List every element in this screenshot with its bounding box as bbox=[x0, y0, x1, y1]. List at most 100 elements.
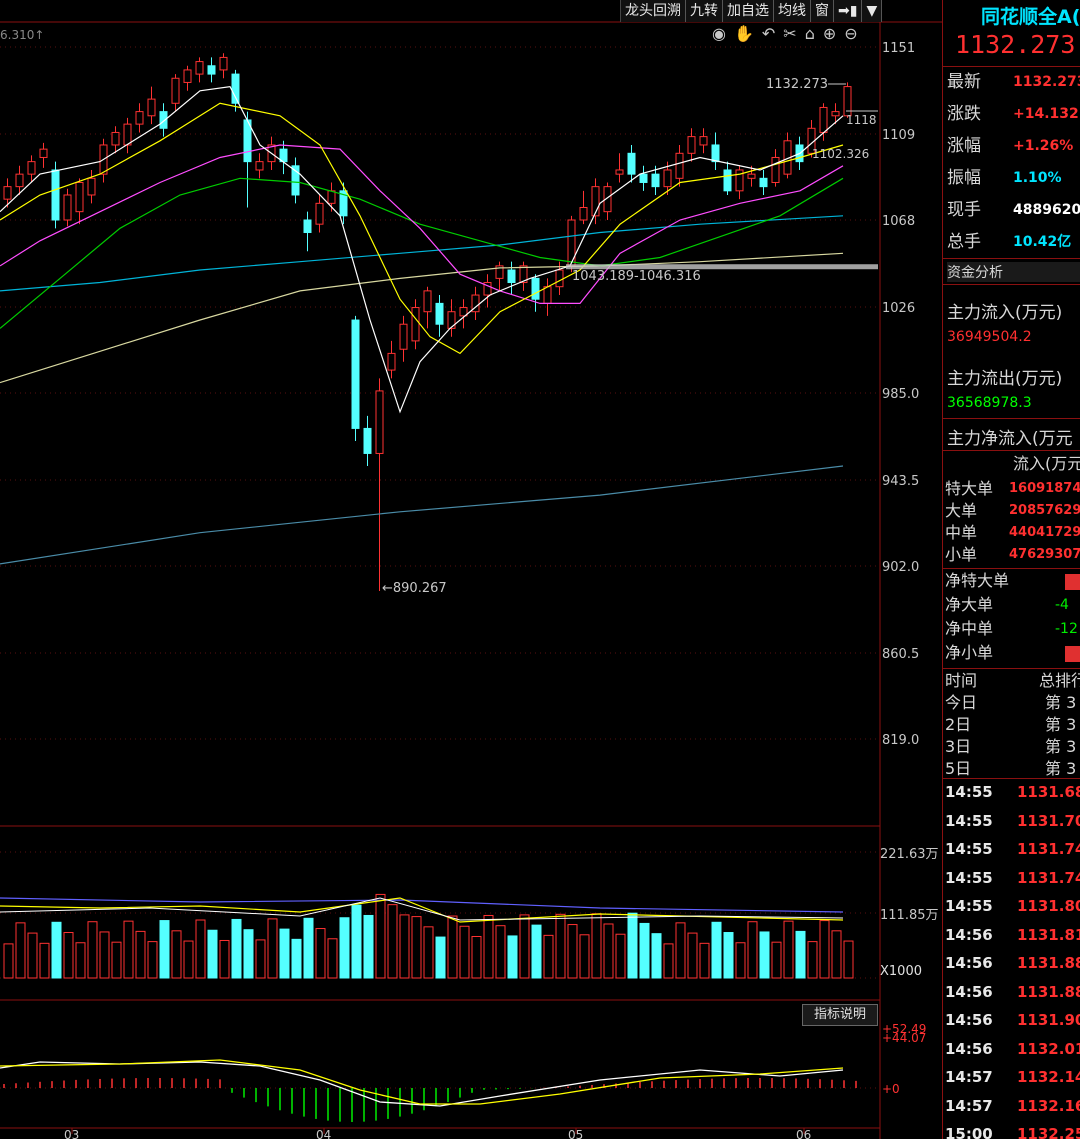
volume-bar bbox=[519, 914, 530, 979]
stat-row: 总手 10.42亿 bbox=[947, 228, 1080, 256]
volume-bar bbox=[663, 943, 674, 979]
divider bbox=[943, 418, 1080, 419]
candle bbox=[75, 178, 84, 225]
zoom-in-icon[interactable]: ⊕ bbox=[823, 24, 836, 43]
order-value: 20857629 bbox=[1009, 503, 1080, 518]
candle bbox=[459, 299, 468, 329]
tick-time: 14:55 bbox=[945, 868, 993, 887]
volume-bar bbox=[495, 925, 506, 979]
zoom-out-icon[interactable]: ⊖ bbox=[844, 24, 857, 43]
toolbar-dropdown-button[interactable]: ▼ bbox=[862, 0, 883, 22]
candle bbox=[147, 86, 156, 125]
stat-row: 最新 1132.273 bbox=[947, 68, 1080, 96]
volume-bar bbox=[411, 916, 422, 979]
volume-bar bbox=[375, 893, 386, 979]
candle bbox=[423, 286, 432, 329]
divider bbox=[943, 668, 1080, 669]
candle bbox=[627, 144, 636, 183]
tick-price: 1131.740 bbox=[1017, 868, 1080, 887]
stat-value: +14.132 bbox=[1013, 106, 1079, 122]
order-label: 小单 bbox=[945, 545, 978, 564]
stat-value: 10.42亿 bbox=[1013, 234, 1072, 250]
candle bbox=[579, 190, 588, 225]
tick-row: 14:57 1132.140 bbox=[945, 1063, 1080, 1091]
stat-row: 涨幅 +1.26% bbox=[947, 132, 1080, 160]
volume-bar bbox=[675, 922, 686, 979]
volume-bar bbox=[219, 939, 230, 979]
eye-icon[interactable]: ◉ bbox=[712, 24, 726, 43]
tick-time: 14:55 bbox=[945, 811, 993, 830]
volume-bar bbox=[27, 932, 38, 979]
ma-annotation: 1118 bbox=[846, 113, 877, 127]
price-axis-label: 1026 bbox=[882, 301, 915, 316]
toolbar-nine-turn-button[interactable]: 九转 bbox=[686, 0, 723, 22]
tick-price: 1132.010 bbox=[1017, 1039, 1080, 1058]
tick-time: 14:56 bbox=[945, 925, 993, 944]
ma60-line bbox=[0, 215, 844, 292]
divider bbox=[943, 284, 1080, 285]
hand-icon[interactable]: ✋ bbox=[734, 24, 754, 43]
volume-bar bbox=[135, 930, 146, 979]
order-value: 47629307 bbox=[1009, 547, 1080, 562]
candle bbox=[351, 315, 360, 441]
toolbar-dragon-review-button[interactable]: 龙头回溯 bbox=[621, 0, 686, 22]
volume-bar bbox=[267, 918, 278, 979]
ma30-line bbox=[0, 177, 844, 329]
fund-analysis-tab[interactable]: 资金分析 bbox=[947, 262, 1080, 282]
macd-dea-line bbox=[0, 1059, 844, 1105]
volume-bar bbox=[627, 912, 638, 979]
candle bbox=[447, 299, 456, 337]
tick-row: 14:57 1132.160 bbox=[945, 1092, 1080, 1120]
tick-time: 14:57 bbox=[945, 1068, 993, 1086]
toolbar-ma-button[interactable]: 均线 bbox=[774, 0, 811, 22]
stat-row: 振幅 1.10% bbox=[947, 164, 1080, 192]
tick-row: 14:55 1131.800 bbox=[945, 892, 1080, 920]
scissors-icon[interactable]: ✂ bbox=[783, 24, 796, 43]
candle bbox=[483, 274, 492, 308]
volume-bar bbox=[279, 928, 290, 979]
tick-time: 14:56 bbox=[945, 1011, 993, 1029]
rank-day: 今日 bbox=[945, 693, 978, 712]
candle bbox=[711, 132, 720, 170]
volume-bar bbox=[63, 932, 74, 979]
volume-axis-label: 111.85万 bbox=[880, 908, 939, 923]
tick-time: 14:57 bbox=[945, 1096, 993, 1115]
tick-price: 1132.160 bbox=[1017, 1096, 1080, 1115]
candle bbox=[399, 315, 408, 362]
order-label: 大单 bbox=[945, 501, 978, 520]
lock-icon[interactable]: ⌂ bbox=[805, 24, 815, 43]
volume-bar bbox=[567, 924, 578, 979]
rank-day: 3日 bbox=[945, 737, 972, 756]
stat-row: 涨跌 +14.132 bbox=[947, 100, 1080, 128]
price-axis-label: 860.5 bbox=[882, 647, 919, 662]
tick-row: 14:56 1131.900 bbox=[945, 1006, 1080, 1034]
candle bbox=[231, 69, 240, 112]
volume-bar bbox=[339, 917, 350, 979]
ma-annotation: 1102.326 bbox=[812, 147, 869, 161]
kline-chart[interactable]: 1151 1109 1068 1026 985.0 943.5 902.0 860.5 819.… bbox=[0, 0, 942, 1139]
volume-bar bbox=[159, 920, 170, 979]
top-left-value: 6.310↑ bbox=[0, 28, 44, 42]
volume-bar bbox=[3, 943, 14, 979]
candle bbox=[255, 153, 264, 179]
tick-row: 14:55 1131.680 bbox=[945, 778, 1080, 806]
order-value: 44041729 bbox=[1009, 525, 1080, 540]
volume-bar bbox=[111, 941, 122, 979]
net-order-bar bbox=[1065, 646, 1080, 662]
volume-bar bbox=[123, 920, 134, 979]
volume-bar bbox=[807, 941, 818, 979]
candle bbox=[39, 142, 48, 168]
toolbar-add-watchlist-button[interactable]: 加自选 bbox=[723, 0, 774, 22]
macd-axis-label: +44.07 bbox=[882, 1031, 926, 1045]
volume-bar bbox=[783, 920, 794, 979]
order-label: 特大单 bbox=[945, 479, 994, 498]
stat-value: +1.26% bbox=[1013, 138, 1074, 154]
candle bbox=[303, 211, 312, 252]
flow-header: 流入(万元 bbox=[1013, 454, 1080, 473]
toolbar-window-button[interactable]: 窗 bbox=[811, 0, 834, 22]
indicator-explain-button[interactable]: 指标说明 bbox=[802, 1004, 878, 1026]
toolbar-expand-button[interactable]: ➡▮ bbox=[834, 0, 863, 22]
tick-time: 14:55 bbox=[945, 783, 993, 801]
undo-icon[interactable]: ↶ bbox=[762, 24, 775, 43]
candle bbox=[171, 74, 180, 112]
